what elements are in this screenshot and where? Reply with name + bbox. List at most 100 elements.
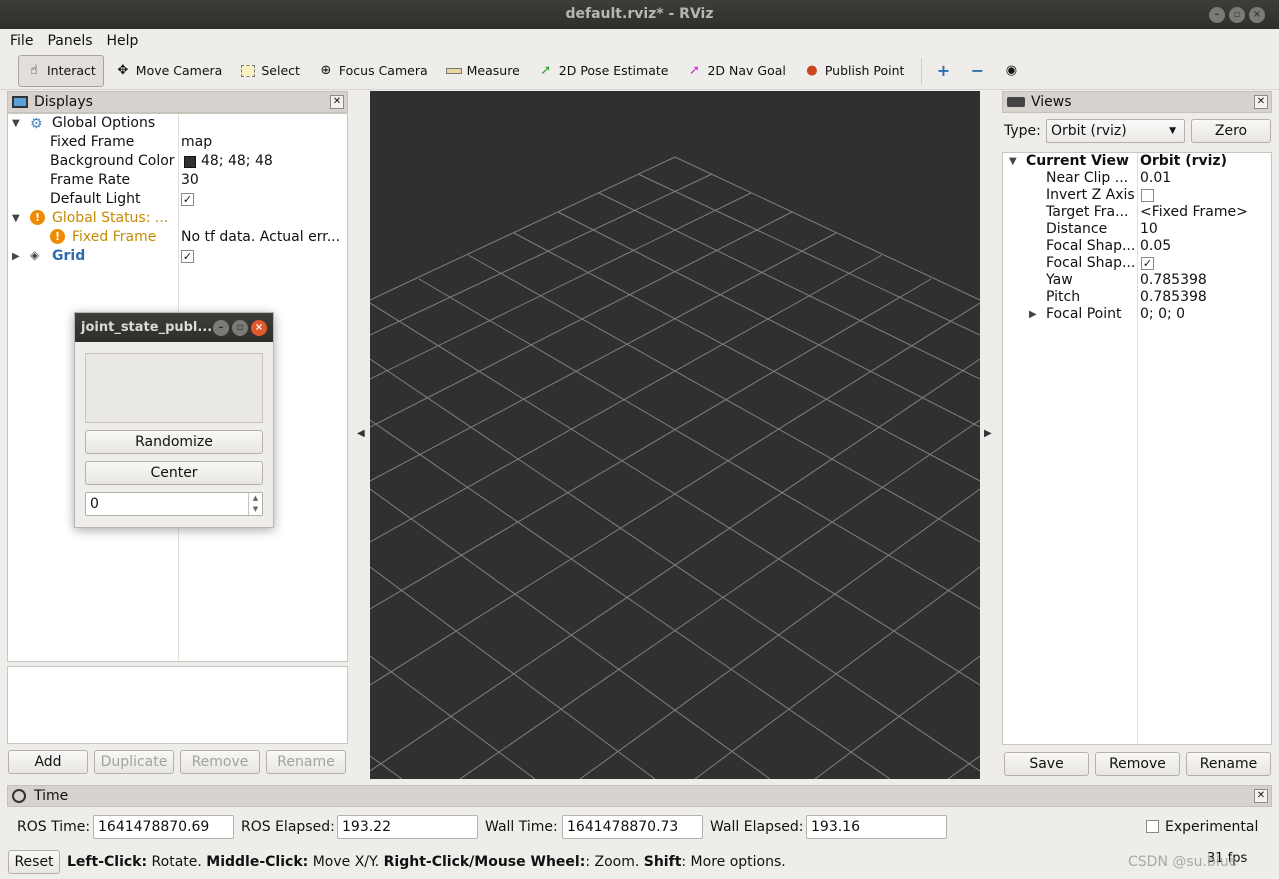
rename-display-button[interactable]: Rename — [266, 750, 346, 774]
add-display-button[interactable]: Add — [8, 750, 88, 774]
yaw-value[interactable]: 0.785398 — [1140, 272, 1207, 289]
near-clip-value[interactable]: 0.01 — [1140, 170, 1171, 187]
close-views-panel-button[interactable]: ✕ — [1254, 95, 1268, 109]
remove-display-button[interactable]: Remove — [180, 750, 260, 774]
close-button[interactable]: × — [1249, 7, 1265, 23]
close-time-panel-button[interactable]: ✕ — [1254, 789, 1268, 803]
menu-help[interactable]: Help — [107, 33, 139, 49]
time-panel-header: Time ✕ — [7, 785, 1272, 807]
joint-state-publisher-window: joint_state_publ... – ▫ × Randomize Cent… — [74, 312, 274, 528]
wall-elapsed-label: Wall Elapsed: — [710, 819, 804, 835]
tool-measure[interactable]: Measure — [439, 55, 527, 87]
wall-elapsed-field[interactable]: 193.16 — [806, 815, 947, 839]
joint-value-spinbox[interactable]: 0 ▲ ▼ — [85, 492, 263, 516]
minus-icon: − — [970, 61, 985, 80]
3d-viewport[interactable] — [370, 91, 980, 779]
pitch-value[interactable]: 0.785398 — [1140, 289, 1207, 306]
background-color-label: Background Color — [50, 153, 175, 169]
ros-time-field[interactable]: 1641478870.69 — [93, 815, 234, 839]
tool-focus-camera[interactable]: ⊕ Focus Camera — [311, 55, 435, 87]
distance-label: Distance — [1046, 221, 1108, 237]
hand-icon: ☝ — [30, 63, 38, 78]
pitch-label: Pitch — [1046, 289, 1081, 305]
zero-button[interactable]: Zero — [1191, 119, 1271, 143]
panel-visibility-button[interactable]: ◉ — [996, 55, 1026, 87]
status-fixed-frame-label: Fixed Frame — [72, 229, 157, 245]
randomize-button[interactable]: Randomize — [85, 430, 263, 454]
distance-value[interactable]: 10 — [1140, 221, 1158, 238]
ros-elapsed-field[interactable]: 193.22 — [337, 815, 478, 839]
expand-arrow-icon[interactable]: ▼ — [12, 118, 20, 129]
global-options-label[interactable]: Global Options — [52, 114, 155, 133]
grid-render — [370, 156, 980, 779]
status-bar: Reset Left-Click: Rotate. Middle-Click: … — [0, 849, 1279, 879]
reset-button[interactable]: Reset — [8, 850, 60, 874]
focal-point-value[interactable]: 0; 0; 0 — [1140, 306, 1185, 323]
focal-shape-fixed-checkbox[interactable]: ✓ — [1141, 257, 1154, 270]
toolbar: ☝ Interact ✥ Move Camera Select ⊕ Focus … — [0, 52, 1279, 90]
menu-file[interactable]: File — [10, 33, 33, 49]
tool-move-camera[interactable]: ✥ Move Camera — [108, 55, 230, 87]
green-arrow-icon: ➚ — [540, 63, 552, 78]
global-status-label[interactable]: Global Status: ... — [52, 209, 168, 228]
center-button[interactable]: Center — [85, 461, 263, 485]
focal-shape-size-label: Focal Shap... — [1046, 238, 1136, 254]
map-pin-icon: ● — [806, 63, 818, 78]
background-color-value[interactable]: 48; 48; 48 — [201, 152, 273, 171]
move-icon: ✥ — [117, 63, 129, 78]
tool-2d-nav-goal[interactable]: ➚ 2D Nav Goal — [679, 55, 792, 87]
view-type-select[interactable]: Orbit (rviz) ▼ — [1046, 119, 1185, 143]
close-displays-panel-button[interactable]: ✕ — [330, 95, 344, 109]
mouse-help-text: Left-Click: Rotate. Middle-Click: Move X… — [67, 854, 786, 870]
collapse-right-arrow-icon[interactable]: ▶ — [984, 428, 992, 439]
tool-publish-point[interactable]: ● Publish Point — [797, 55, 912, 87]
focal-shape-fixed-label: Focal Shap... — [1046, 255, 1136, 271]
camera-icon — [1007, 97, 1025, 107]
time-title: Time — [34, 788, 69, 804]
crosshair-icon: ⊕ — [320, 63, 332, 78]
duplicate-display-button[interactable]: Duplicate — [94, 750, 174, 774]
target-frame-value[interactable]: <Fixed Frame> — [1140, 204, 1248, 221]
expand-arrow-icon[interactable]: ▼ — [12, 213, 20, 224]
joint-slider-area — [85, 353, 263, 423]
spin-arrows-icon[interactable]: ▲ ▼ — [248, 493, 262, 515]
tool-interact[interactable]: ☝ Interact — [18, 54, 104, 87]
focal-shape-size-value[interactable]: 0.05 — [1140, 238, 1171, 255]
fixed-frame-value[interactable]: map — [181, 133, 212, 152]
collapse-arrow-icon[interactable]: ▶ — [1029, 309, 1037, 320]
add-tool-button[interactable]: + — [928, 55, 958, 87]
views-title: Views — [1031, 94, 1072, 110]
menu-bar: File Panels Help — [0, 29, 1279, 52]
tool-select[interactable]: Select — [233, 55, 307, 87]
default-light-checkbox[interactable]: ✓ — [181, 193, 194, 206]
collapse-arrow-icon[interactable]: ▶ — [12, 251, 20, 262]
grid-display-label[interactable]: Grid — [52, 247, 85, 266]
dropdown-arrow-icon: ▼ — [1169, 126, 1176, 136]
save-view-button[interactable]: Save — [1004, 752, 1089, 776]
select-box-icon — [240, 63, 256, 79]
remove-tool-button[interactable]: − — [962, 55, 992, 87]
joint-window-minimize-button[interactable]: – — [213, 320, 229, 336]
minimize-button[interactable]: – — [1209, 7, 1225, 23]
joint-window-maximize-button[interactable]: ▫ — [232, 320, 248, 336]
invert-z-checkbox[interactable] — [1141, 189, 1154, 202]
remove-view-button[interactable]: Remove — [1095, 752, 1180, 776]
yaw-label: Yaw — [1046, 272, 1073, 288]
joint-window-close-button[interactable]: × — [251, 320, 267, 336]
experimental-checkbox[interactable] — [1146, 820, 1159, 833]
wall-time-field[interactable]: 1641478870.73 — [562, 815, 703, 839]
grid-icon: ◈ — [30, 248, 40, 262]
status-fixed-frame-value: No tf data. Actual err... — [181, 229, 341, 245]
rename-view-button[interactable]: Rename — [1186, 752, 1271, 776]
frame-rate-value[interactable]: 30 — [181, 171, 199, 190]
tool-2d-pose-estimate[interactable]: ➚ 2D Pose Estimate — [531, 55, 676, 87]
expand-arrow-icon[interactable]: ▼ — [1009, 156, 1017, 167]
window-titlebar: default.rviz* - RViz – ▫ × — [0, 0, 1279, 29]
current-view-label[interactable]: Current View — [1026, 153, 1129, 170]
clock-icon — [12, 789, 26, 803]
grid-enabled-checkbox[interactable]: ✓ — [181, 250, 194, 263]
color-swatch[interactable] — [184, 156, 196, 168]
collapse-left-arrow-icon[interactable]: ◀ — [357, 428, 365, 439]
maximize-button[interactable]: ▫ — [1229, 7, 1245, 23]
menu-panels[interactable]: Panels — [47, 33, 92, 49]
